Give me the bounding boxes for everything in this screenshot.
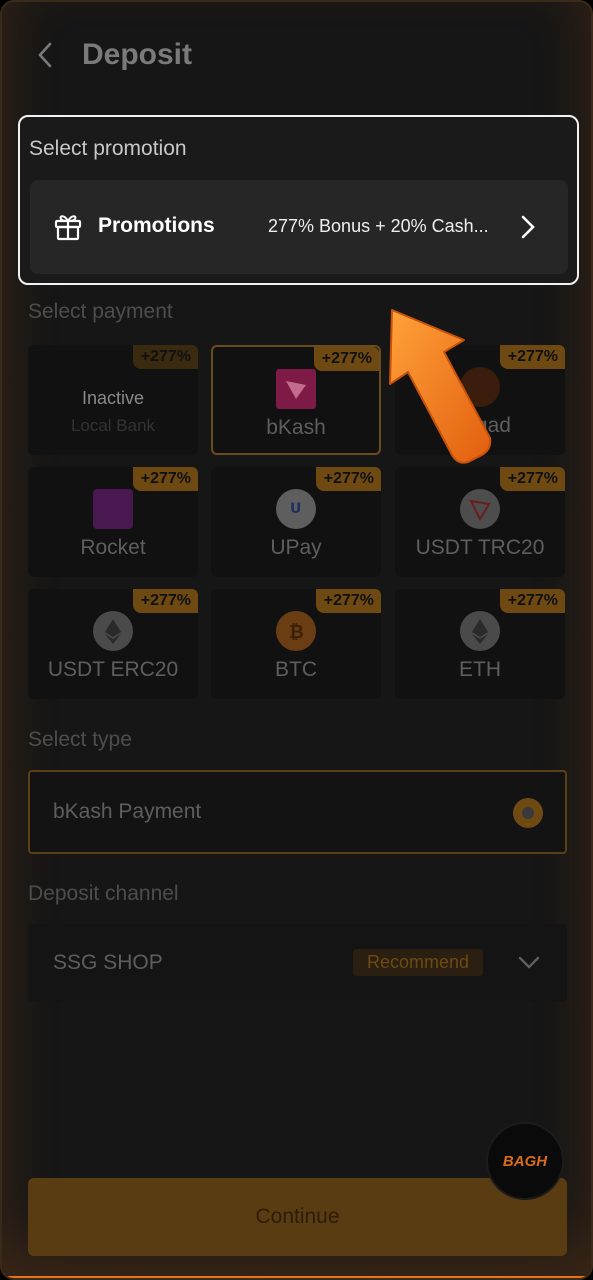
header: Deposit xyxy=(2,20,591,94)
payment-name: bKash xyxy=(266,416,326,439)
svg-text:U: U xyxy=(290,501,301,517)
payment-name: UPay xyxy=(270,536,322,559)
tron-icon xyxy=(460,489,500,529)
payment-option-bkash[interactable]: +277% bKash xyxy=(211,345,381,455)
bonus-badge: +277% xyxy=(315,589,381,613)
brand-logo[interactable]: BAGH xyxy=(486,1122,564,1200)
continue-button[interactable]: Continue xyxy=(28,1178,567,1256)
back-button[interactable] xyxy=(30,40,60,70)
bonus-badge: +277% xyxy=(499,589,565,613)
recommend-badge: Recommend xyxy=(353,949,484,976)
payment-option-usdt-erc20[interactable]: +277% USDT ERC20 xyxy=(28,589,198,699)
inactive-label: Inactive xyxy=(81,388,145,408)
type-section-label: Select type xyxy=(28,728,132,751)
payment-name: ETH xyxy=(459,658,501,681)
payment-option-rocket[interactable]: +277% Rocket xyxy=(28,467,198,577)
chevron-right-icon xyxy=(521,215,535,239)
promotions-label: Promotions xyxy=(98,214,215,237)
deposit-channel-select[interactable]: SSG SHOP Recommend xyxy=(28,924,567,1002)
page-title: Deposit xyxy=(82,38,193,71)
radio-selected-icon xyxy=(513,798,543,828)
payment-option-usdt-trc20[interactable]: +277% USDT TRC20 xyxy=(395,467,565,577)
bonus-badge: +277% xyxy=(132,345,198,369)
deposit-screen: Deposit Select promotion Promotions 277%… xyxy=(0,0,593,1280)
upay-icon: U xyxy=(276,489,316,529)
chevron-left-icon xyxy=(38,42,52,68)
payment-section-label: Select payment xyxy=(28,300,173,323)
bonus-badge: +277% xyxy=(499,467,565,491)
payment-option-eth[interactable]: +277% ETH xyxy=(395,589,565,699)
channel-value: SSG SHOP xyxy=(53,951,163,974)
payment-option-upay[interactable]: +277% U UPay xyxy=(211,467,381,577)
promotion-section-label: Select promotion xyxy=(29,137,187,160)
ethereum-icon xyxy=(460,611,500,651)
payment-name: Local Bank xyxy=(70,416,156,435)
payment-option-local-bank[interactable]: +277% Inactive Local Bank xyxy=(28,345,198,455)
bonus-badge: +277% xyxy=(313,347,379,371)
bonus-badge: +277% xyxy=(499,345,565,369)
payment-name: USDT TRC20 xyxy=(415,536,545,559)
promotion-value: 277% Bonus + 20% Cash... xyxy=(268,216,489,236)
bitcoin-icon: ₿ xyxy=(276,611,316,651)
promotion-selector[interactable]: Promotions 277% Bonus + 20% Cash... xyxy=(30,180,568,274)
chevron-down-icon xyxy=(518,956,540,969)
bonus-badge: +277% xyxy=(132,589,198,613)
ethereum-icon xyxy=(93,611,133,651)
bkash-icon xyxy=(276,369,316,409)
gift-icon xyxy=(54,215,82,241)
payment-name: USDT ERC20 xyxy=(47,658,179,681)
bonus-badge: +277% xyxy=(315,467,381,491)
payment-type-option[interactable]: bKash Payment xyxy=(28,770,567,854)
bonus-badge: +277% xyxy=(132,467,198,491)
payment-type-label: bKash Payment xyxy=(53,800,202,823)
channel-section-label: Deposit channel xyxy=(28,882,179,905)
svg-text:₿: ₿ xyxy=(289,622,304,643)
payment-name: BTC xyxy=(275,658,317,681)
payment-name: Rocket xyxy=(80,536,146,559)
payment-option-btc[interactable]: +277% ₿ BTC xyxy=(211,589,381,699)
rocket-icon xyxy=(93,489,133,529)
promotion-section: Select promotion Promotions 277% Bonus +… xyxy=(18,115,579,285)
pointer-arrow-icon xyxy=(389,309,492,464)
